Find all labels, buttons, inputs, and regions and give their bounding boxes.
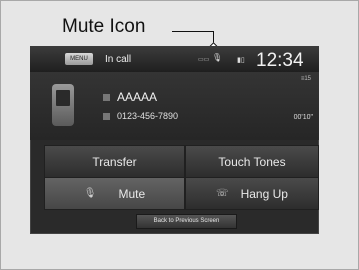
back-to-previous-button[interactable]: Back to Previous Screen <box>136 214 237 229</box>
contact-icon <box>103 94 110 101</box>
status-bar: MENU In call ▭▭ 🎙︎ ▮▯ 12:34 <box>30 46 319 72</box>
call-info-panel: AAAAA 0123-456-7890 ≡15 00'10" <box>30 72 319 140</box>
call-duration: 00'10" <box>293 114 313 121</box>
hang-up-button[interactable]: ☏ Hang Up <box>185 177 319 210</box>
mute-status-icon: 🎙︎ <box>212 53 223 62</box>
signal-strength-label: ≡15 <box>300 76 311 82</box>
number-icon <box>103 113 110 120</box>
transfer-button[interactable]: Transfer <box>44 145 185 178</box>
hang-up-label: Hang Up <box>240 186 288 201</box>
mute-button[interactable]: 🎙︎ Mute <box>44 177 185 210</box>
phone-icon <box>52 84 74 126</box>
transfer-label: Transfer <box>92 154 137 169</box>
signal-icon: ▭▭ <box>198 57 210 63</box>
callout-leader-horizontal <box>172 31 213 32</box>
phone-hangup-icon: ☏ <box>216 188 229 199</box>
battery-icon: ▮▯ <box>237 57 245 64</box>
clock: 12:34 <box>256 50 304 71</box>
microphone-icon: 🎙︎ <box>83 188 97 199</box>
caller-name: AAAAA <box>117 90 158 104</box>
status-title: In call <box>105 54 132 65</box>
touch-tones-button[interactable]: Touch Tones <box>185 145 319 178</box>
mute-label: Mute <box>118 186 146 201</box>
caller-number: 0123-456-7890 <box>117 111 179 121</box>
callout-label: Mute Icon <box>62 16 146 37</box>
touch-tones-label: Touch Tones <box>218 154 286 169</box>
phone-screen: MENU In call ▭▭ 🎙︎ ▮▯ 12:34 AAAAA 0123-4… <box>30 46 319 234</box>
menu-button[interactable]: MENU <box>65 53 93 65</box>
